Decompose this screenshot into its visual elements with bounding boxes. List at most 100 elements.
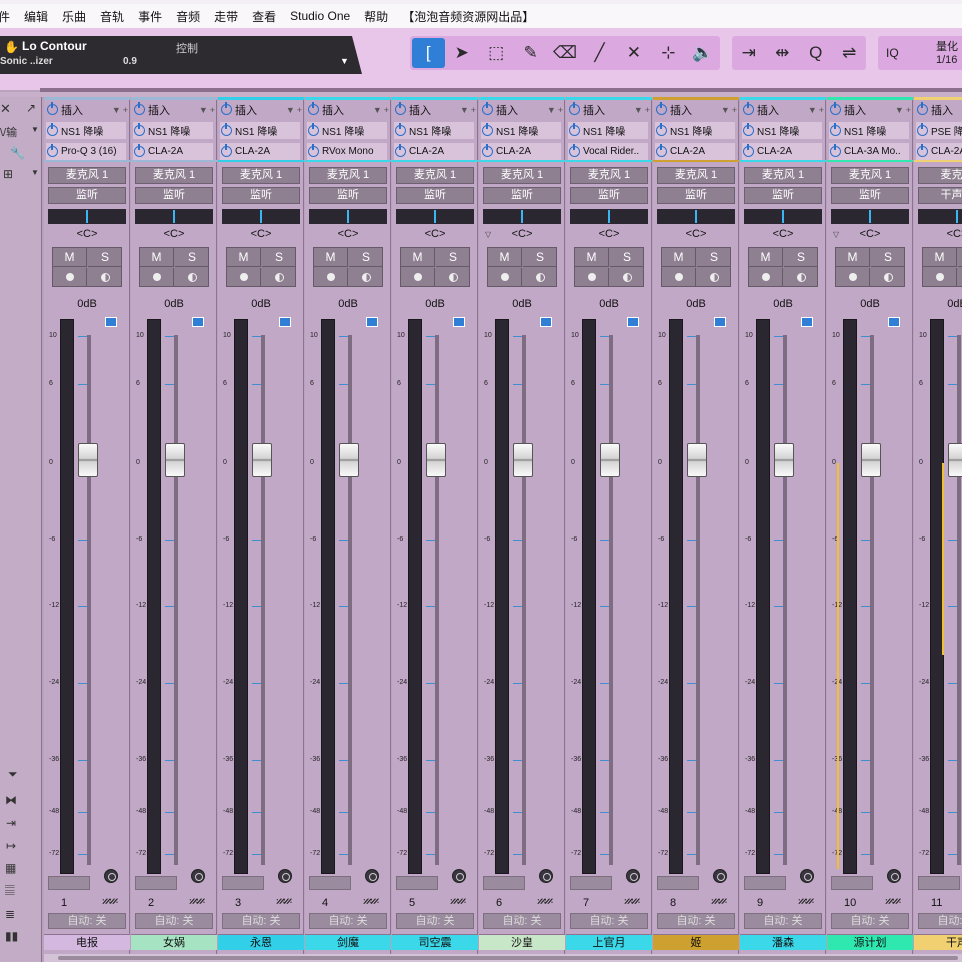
waveform-icon[interactable]: 𝄏𝄏 xyxy=(624,894,640,910)
mute-button[interactable]: M xyxy=(227,248,261,267)
split-tool-icon[interactable]: ⊹ xyxy=(651,38,685,68)
paint-tool-icon[interactable]: ╱ xyxy=(582,38,616,68)
pan-slider[interactable] xyxy=(48,209,126,224)
solo-button[interactable]: S xyxy=(436,248,470,267)
stack-icon[interactable]: ≣ xyxy=(0,905,42,925)
pan-slider[interactable] xyxy=(657,209,735,224)
bend-tool-icon[interactable]: ⇥ xyxy=(732,38,766,68)
monitor-button[interactable]: 监听 xyxy=(831,187,909,204)
power-icon[interactable] xyxy=(569,123,580,136)
volume-fader[interactable] xyxy=(165,443,185,477)
triangle-icon[interactable]: ▽ xyxy=(833,230,839,239)
power-icon[interactable] xyxy=(308,102,319,115)
power-icon[interactable] xyxy=(482,123,493,136)
monitor-button[interactable]: 监听 xyxy=(48,187,126,204)
menu-item[interactable]: 【泡泡音频资源网出品】 xyxy=(395,8,541,25)
volume-fader[interactable] xyxy=(426,443,446,477)
power-icon[interactable] xyxy=(47,102,58,115)
channel-name[interactable]: 剑魔 xyxy=(305,934,391,950)
input-select[interactable]: 麦克风 1 xyxy=(570,167,648,184)
chevron-down-icon[interactable]: ▼ xyxy=(112,105,121,115)
pan-slider[interactable] xyxy=(396,209,474,224)
insert-slot[interactable]: NS1 降噪 xyxy=(220,122,300,139)
channel-name[interactable]: 电报 xyxy=(44,934,130,950)
output-toggle-icon[interactable]: ↦ xyxy=(0,837,42,857)
insert-slot[interactable]: PSE 降噪 xyxy=(916,122,962,139)
meters-icon[interactable]: ▮▮ xyxy=(0,927,42,947)
track-slot[interactable] xyxy=(483,876,525,890)
mute-button[interactable]: M xyxy=(53,248,87,267)
solo-button[interactable]: S xyxy=(175,248,209,267)
record-button[interactable] xyxy=(53,268,87,287)
routing-icon[interactable] xyxy=(539,869,553,883)
insert-slot[interactable]: NS1 降噪 xyxy=(481,122,561,139)
range-select-tool-icon[interactable]: ⬚ xyxy=(479,38,513,68)
stretch-tool-icon[interactable]: ⇹ xyxy=(766,38,800,68)
power-icon[interactable] xyxy=(221,144,232,157)
waveform-icon[interactable]: 𝄏𝄏 xyxy=(102,894,118,910)
listen-tool-icon[interactable]: 🔈 xyxy=(686,38,720,68)
add-icon[interactable]: + xyxy=(819,105,824,115)
power-icon[interactable] xyxy=(743,123,754,136)
mute-button[interactable]: M xyxy=(836,248,870,267)
routing-icon[interactable] xyxy=(800,869,814,883)
power-icon[interactable] xyxy=(830,123,841,136)
input-select[interactable]: 麦克风 1 xyxy=(309,167,387,184)
pan-slider[interactable] xyxy=(483,209,561,224)
insert-header[interactable]: 插入 ▼ + xyxy=(133,102,215,117)
mute-tool-icon[interactable]: ✕ xyxy=(617,38,651,68)
quantize-tool-icon[interactable]: Q xyxy=(799,38,833,68)
add-icon[interactable]: + xyxy=(471,105,476,115)
insert-slot[interactable]: Pro-Q 3 (16) xyxy=(46,143,126,160)
monitor-button[interactable]: 监听 xyxy=(135,187,213,204)
channel-name[interactable]: 潘森 xyxy=(740,934,826,950)
track-slot[interactable] xyxy=(48,876,90,890)
add-icon[interactable]: + xyxy=(558,105,563,115)
chevron-down-icon[interactable]: ▼ xyxy=(895,105,904,115)
eraser-tool-icon[interactable]: ⌫ xyxy=(548,38,582,68)
solo-button[interactable]: S xyxy=(958,248,962,267)
insert-slot[interactable]: CLA-2A xyxy=(220,143,300,160)
monitor-toggle[interactable] xyxy=(784,268,818,287)
power-icon[interactable] xyxy=(482,102,493,115)
insert-header[interactable]: 插入 ▼ + xyxy=(655,102,737,117)
automation-mode[interactable]: 自动: 关 xyxy=(744,913,822,929)
automation-mode[interactable]: 自动: 关 xyxy=(309,913,387,929)
power-icon[interactable] xyxy=(917,102,928,115)
menu-item[interactable]: 帮助 xyxy=(357,8,395,25)
monitor-toggle[interactable] xyxy=(697,268,731,287)
power-icon[interactable] xyxy=(917,144,928,157)
power-icon[interactable] xyxy=(134,102,145,115)
waveform-icon[interactable]: 𝄏𝄏 xyxy=(798,894,814,910)
mute-button[interactable]: M xyxy=(662,248,696,267)
input-select[interactable]: 麦克风 1 xyxy=(135,167,213,184)
monitor-toggle[interactable] xyxy=(523,268,557,287)
insert-header[interactable]: 插入 ▼ + xyxy=(916,102,962,117)
power-icon[interactable] xyxy=(134,123,145,136)
automation-mode[interactable]: 自动: 关 xyxy=(222,913,300,929)
routing-icon[interactable] xyxy=(452,869,466,883)
automation-mode[interactable]: 自动: 关 xyxy=(483,913,561,929)
power-icon[interactable] xyxy=(134,144,145,157)
collapse-icon[interactable]: ⏷ xyxy=(0,765,42,785)
record-button[interactable] xyxy=(836,268,870,287)
chevron-down-icon[interactable]: ▼ xyxy=(373,105,382,115)
menu-item[interactable]: Studio One xyxy=(283,9,357,23)
volume-fader[interactable] xyxy=(774,443,794,477)
insert-header[interactable]: 插入 ▼ + xyxy=(568,102,650,117)
insert-slot[interactable]: RVox Mono xyxy=(307,143,387,160)
input-select[interactable]: 麦克风 1 xyxy=(222,167,300,184)
automation-mode[interactable]: 自动: 关 xyxy=(570,913,648,929)
automation-mode[interactable]: 自动: 关 xyxy=(918,913,962,929)
monitor-button[interactable]: 监听 xyxy=(309,187,387,204)
automation-mode[interactable]: 自动: 关 xyxy=(657,913,735,929)
menu-item[interactable]: 事件 xyxy=(131,8,169,25)
menu-item[interactable]: 走带 xyxy=(207,8,245,25)
edit-tool-icon[interactable]: ⇌ xyxy=(833,38,867,68)
record-button[interactable] xyxy=(575,268,609,287)
track-slot[interactable] xyxy=(657,876,699,890)
monitor-button[interactable]: 监听 xyxy=(483,187,561,204)
record-button[interactable] xyxy=(227,268,261,287)
power-icon[interactable] xyxy=(656,123,667,136)
monitor-button[interactable]: 干声效 xyxy=(918,187,962,204)
